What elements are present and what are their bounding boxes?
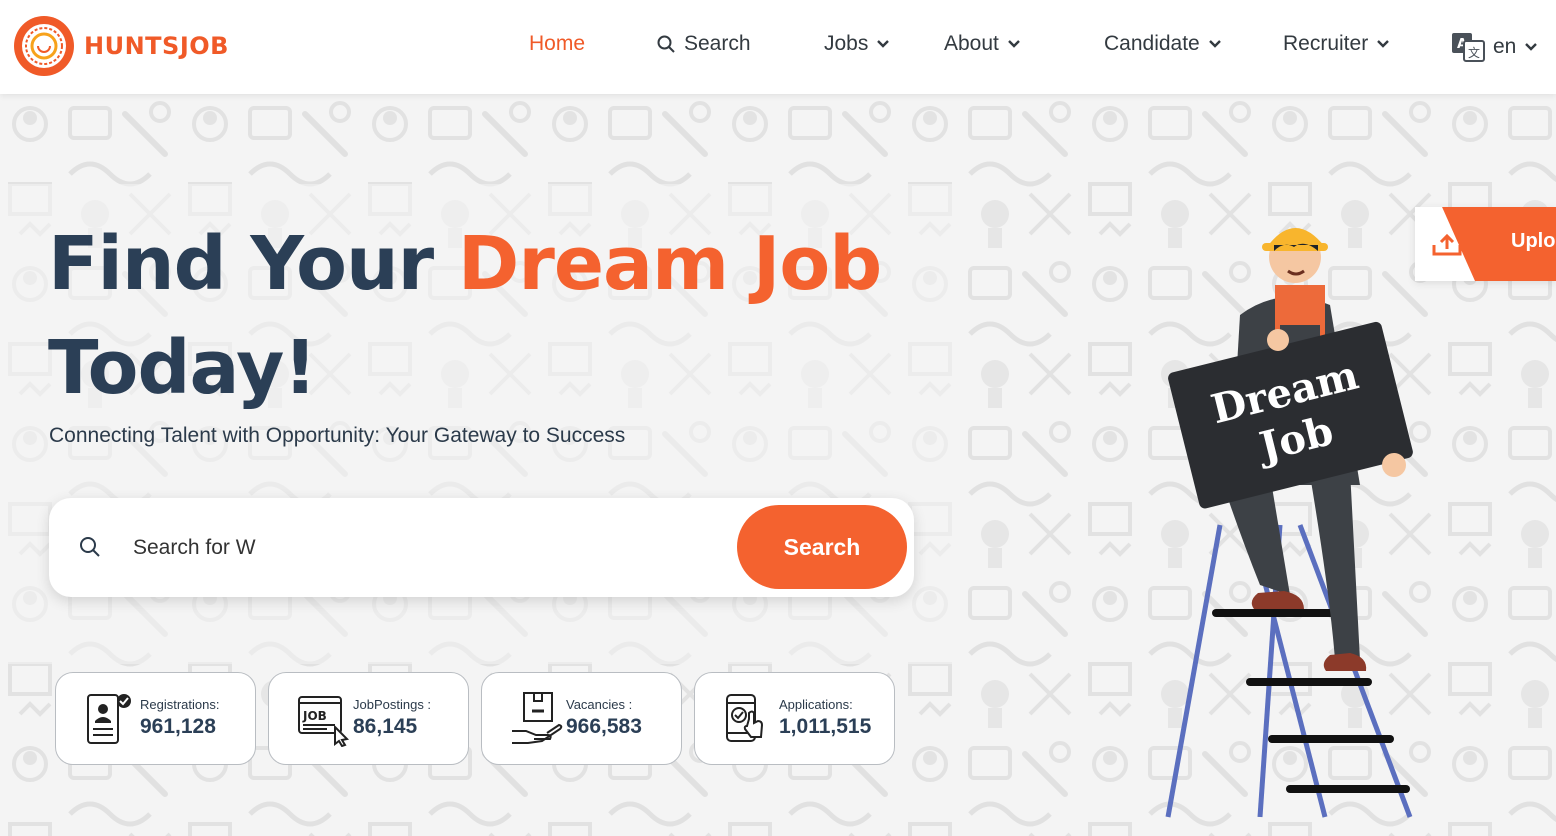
search-button[interactable]: Search [737,505,907,589]
chevron-down-icon [1008,40,1020,48]
stat-label: Registrations: [140,697,220,712]
upload-label: Uplo [1511,230,1556,252]
hero-subtitle: Connecting Talent with Opportunity: Your… [49,424,626,447]
nav-about-label: About [944,32,999,55]
nav-recruiter[interactable]: Recruiter [1283,32,1390,56]
job-search-bar: Search [49,498,914,597]
registration-icon [87,694,131,744]
translate-icon: A 文 [1452,33,1485,62]
language-label: en [1493,35,1517,58]
language-selector[interactable]: A 文 en [1451,32,1538,62]
stat-job-postings: JOB JobPostings : 86,145 [268,672,469,765]
stat-value: 961,128 [140,715,216,738]
stat-label: Vacancies : [566,697,633,712]
nav-search[interactable]: Search [656,32,751,56]
application-icon [726,694,764,742]
stat-value: 86,145 [353,715,418,738]
nav-candidate-label: Candidate [1104,32,1200,55]
hero-title: Find Your Dream Job Today! [48,212,882,420]
logo-icon [14,16,74,76]
worker-ladder-illustration: Dream Job [1165,228,1413,818]
chevron-down-icon [877,40,890,48]
nav-home[interactable]: Home [529,32,585,56]
chevron-down-icon [1525,43,1538,51]
job-posting-icon: JOB [298,696,350,747]
brand-logo[interactable]: HUNTSJOB [14,16,229,76]
brand-name: HUNTSJOB [84,32,229,60]
nav-jobs-label: Jobs [824,32,869,55]
search-icon [657,35,675,53]
nav-search-label: Search [684,32,751,55]
stat-value: 966,583 [566,715,642,738]
nav-recruiter-label: Recruiter [1283,32,1369,55]
top-navbar: HUNTSJOB Home Search Jobs About Candidat… [0,0,1556,94]
stat-label: Applications: [779,697,853,712]
svg-text:文: 文 [1468,45,1480,60]
nav-about[interactable]: About [944,32,1021,56]
stat-label: JobPostings : [353,697,432,712]
stat-registrations: Registrations: 961,128 [55,672,256,765]
search-icon [80,537,100,557]
hero-title-part1: Find Your [48,221,458,307]
nav-jobs[interactable]: Jobs [824,32,890,56]
svg-text:JOB: JOB [302,709,327,723]
nav-home-label: Home [529,32,586,55]
stat-applications: Applications: 1,011,515 [694,672,895,765]
chevron-down-icon [1377,40,1390,48]
job-search-input[interactable] [133,528,693,568]
stat-vacancies: Vacancies : 966,583 [481,672,682,765]
hero-title-part2: Today! [48,325,317,411]
stat-value: 1,011,515 [779,715,872,738]
nav-candidate[interactable]: Candidate [1104,32,1222,56]
chevron-down-icon [1208,40,1221,48]
vacancy-icon [512,692,563,744]
hero-title-accent: Dream Job [457,221,882,307]
